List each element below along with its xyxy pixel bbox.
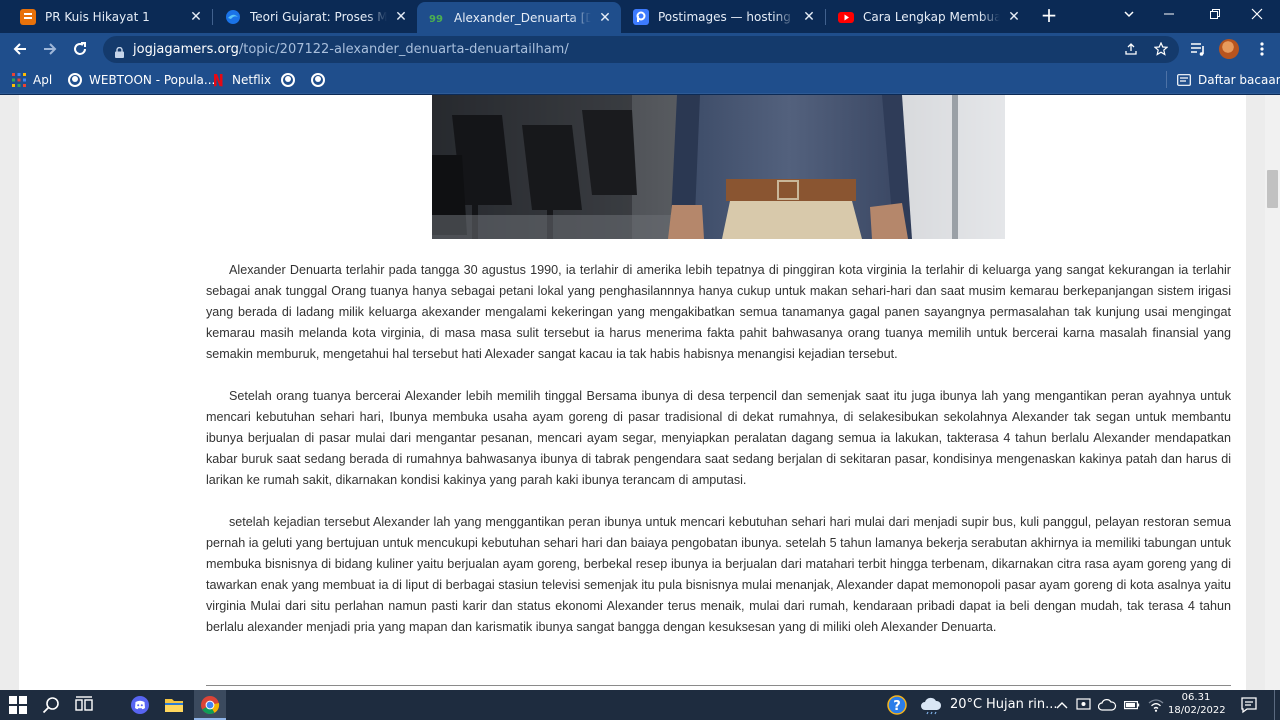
url-host: jogjagamers.org [133, 42, 239, 57]
bookmark-apps[interactable]: Apl [12, 71, 52, 89]
address-bar[interactable]: jogjagamers.org/topic/207122-alexander_d… [103, 36, 1179, 63]
bookmark-webtoon[interactable]: WEBTOON - Popula... [68, 71, 215, 89]
lock-icon [115, 43, 124, 58]
task-view-icon[interactable] [75, 695, 95, 715]
article-paragraph: Setelah orang tuanya bercerai Alexander … [206, 389, 1231, 487]
reading-list-button[interactable]: Daftar bacaan [1177, 71, 1280, 89]
search-icon[interactable] [42, 695, 62, 715]
google-forms-icon [20, 8, 36, 25]
scrollbar-thumb[interactable] [1267, 170, 1278, 208]
weather-cloud-icon[interactable] [920, 695, 942, 715]
close-tab-icon[interactable]: ✕ [597, 10, 613, 26]
show-hidden-icons-chevron-icon[interactable] [1056, 695, 1070, 715]
share-icon[interactable] [1122, 40, 1140, 58]
reading-list-icon [1177, 73, 1191, 87]
cloud-sync-icon[interactable] [1097, 695, 1120, 715]
file-explorer-icon[interactable] [164, 695, 184, 715]
tab-title: PR Kuis Hikayat 1 [45, 9, 150, 24]
notification-center-icon[interactable] [1240, 695, 1260, 715]
article-paragraph: setelah kejadian tersebut Alexander lah … [206, 515, 1231, 634]
close-tab-icon[interactable]: ✕ [801, 9, 817, 25]
show-desktop-strip[interactable] [1274, 690, 1275, 720]
tab-alexander-denuarta[interactable]: 99 Alexander_Denuarta [Denuarta ✕ [417, 2, 621, 33]
windows-taskbar: ? 20°C Hujan rin... 06.31 18/02/2022 [0, 690, 1280, 720]
svg-text:?: ? [893, 699, 901, 714]
windows-start-icon[interactable] [9, 695, 29, 715]
clock-date: 18/02/2022 [1168, 705, 1226, 716]
bookmarks-divider [1166, 71, 1167, 88]
bookmarks-bar: Apl WEBTOON - Popula... Netflix Daftar b… [0, 65, 1280, 94]
tab-teori-gujarat[interactable]: Teori Gujarat: Proses Masuknya ✕ [213, 0, 417, 33]
profile-avatar[interactable] [1219, 39, 1239, 59]
youtube-icon [838, 9, 854, 25]
close-tab-icon[interactable]: ✕ [188, 9, 204, 25]
taskbar-chrome-active[interactable] [194, 690, 226, 720]
page-viewport: Alexander Denuarta terlahir pada tangga … [0, 95, 1280, 690]
system-clock[interactable]: 06.31 18/02/2022 [1168, 691, 1226, 717]
apps-grid-icon [12, 73, 26, 87]
webtoon-icon [68, 73, 82, 87]
bookmark-globe-2[interactable] [311, 71, 332, 89]
new-tab-button[interactable]: + [1038, 5, 1060, 27]
globe-icon [281, 73, 295, 87]
url-path: /topic/207122-alexander_denuarta-denuart… [238, 42, 569, 57]
minimize-window-icon[interactable] [1146, 0, 1192, 30]
bookmark-label: Netflix [232, 73, 272, 87]
tab-title: Postimages — hosting gambar [658, 9, 795, 24]
bookmark-globe-1[interactable] [281, 71, 302, 89]
netflix-icon [211, 73, 225, 87]
url-text[interactable]: jogjagamers.org/topic/207122-alexander_d… [133, 42, 569, 57]
tab-title: Cara Lengkap Membuat Chara [863, 9, 1000, 24]
jogjagamers-icon: 99 [429, 10, 445, 26]
post-divider [206, 685, 1231, 686]
forum-post: Alexander Denuarta terlahir pada tangga … [19, 95, 1246, 690]
forward-icon[interactable] [38, 37, 62, 61]
svg-text:99: 99 [429, 14, 443, 25]
tab-pr-kuis[interactable]: PR Kuis Hikayat 1 ✕ [8, 0, 212, 33]
help-icon[interactable]: ? [887, 695, 907, 715]
reading-list-label: Daftar bacaan [1198, 73, 1280, 87]
chrome-icon [201, 696, 220, 715]
tab-cara-lengkap[interactable]: Cara Lengkap Membuat Chara ✕ [826, 0, 1030, 33]
article-paragraph: Alexander Denuarta terlahir pada tangga … [206, 263, 1231, 361]
network-screen-icon[interactable] [1076, 695, 1092, 715]
weather-description[interactable]: Hujan rin... [986, 697, 1058, 712]
weather-temperature[interactable]: 20°C [950, 697, 982, 712]
close-window-icon[interactable] [1234, 0, 1280, 30]
tab-strip: PR Kuis Hikayat 1 ✕ Teori Gujarat: Prose… [0, 0, 1280, 33]
bookmark-netflix[interactable]: Netflix [211, 71, 271, 89]
tab-postimages[interactable]: Postimages — hosting gambar ✕ [621, 0, 825, 33]
bookmark-label: Apl [33, 73, 53, 87]
globe-icon [311, 73, 325, 87]
tab-title: Teori Gujarat: Proses Masuknya [250, 9, 387, 24]
post-body: Alexander Denuarta terlahir pada tangga … [206, 260, 1231, 659]
close-tab-icon[interactable]: ✕ [1006, 9, 1022, 25]
browser-toolbar: jogjagamers.org/topic/207122-alexander_d… [0, 33, 1280, 65]
bookmark-label: WEBTOON - Popula... [89, 73, 216, 87]
reading-mode-icon[interactable] [1188, 39, 1208, 59]
edge-globe-icon [225, 9, 241, 25]
profile-photo [432, 95, 1005, 239]
close-tab-icon[interactable]: ✕ [393, 9, 409, 25]
restore-window-icon[interactable] [1192, 0, 1238, 30]
reload-icon[interactable] [68, 37, 92, 61]
tab-title: Alexander_Denuarta [Denuarta [454, 10, 591, 25]
back-icon[interactable] [8, 37, 32, 61]
battery-icon[interactable] [1124, 695, 1140, 715]
bookmark-star-icon[interactable] [1152, 40, 1170, 58]
postimages-icon [633, 8, 649, 25]
discord-icon[interactable] [130, 695, 150, 715]
clock-time: 06.31 [1181, 692, 1211, 703]
wifi-icon[interactable] [1148, 695, 1164, 715]
menu-kebab-icon[interactable] [1252, 39, 1272, 59]
